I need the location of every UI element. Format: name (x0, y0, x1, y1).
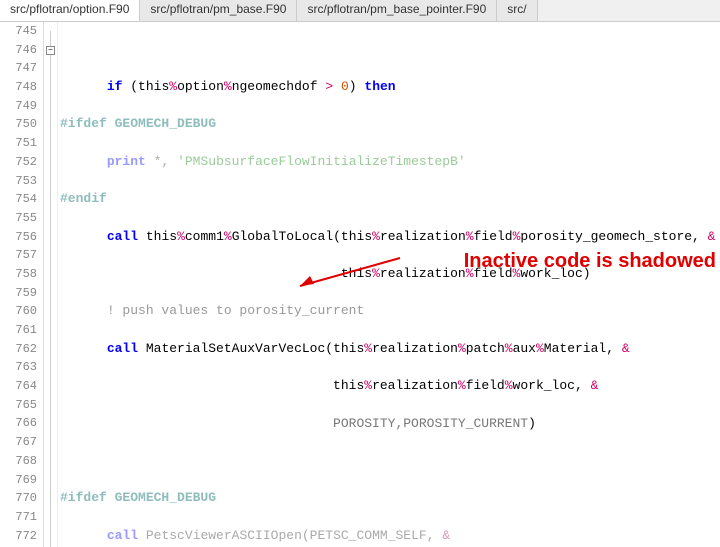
lineno: 748 (0, 78, 37, 97)
lineno: 769 (0, 471, 37, 490)
tab-pm-base-pointer[interactable]: src/pflotran/pm_base_pointer.F90 (297, 0, 497, 21)
lineno: 753 (0, 172, 37, 191)
lineno: 760 (0, 302, 37, 321)
lineno: 755 (0, 209, 37, 228)
lineno: 746 (0, 41, 37, 60)
annotation-label: Inactive code is shadowed (464, 250, 716, 273)
lineno: 752 (0, 153, 37, 172)
lineno: 750 (0, 115, 37, 134)
lineno: 766 (0, 414, 37, 433)
lineno: 758 (0, 265, 37, 284)
lineno: 762 (0, 340, 37, 359)
lineno: 747 (0, 59, 37, 78)
lineno: 745 (0, 22, 37, 41)
lineno: 754 (0, 190, 37, 209)
lineno: 771 (0, 508, 37, 527)
lineno: 768 (0, 452, 37, 471)
tab-pm-base[interactable]: src/pflotran/pm_base.F90 (140, 0, 297, 21)
lineno: 751 (0, 134, 37, 153)
lineno: 759 (0, 284, 37, 303)
tab-bar: src/pflotran/option.F90 src/pflotran/pm_… (0, 0, 720, 22)
line-number-gutter: 745 746 747 748 749 750 751 752 753 754 … (0, 22, 44, 547)
lineno: 764 (0, 377, 37, 396)
lineno: 770 (0, 489, 37, 508)
lineno: 763 (0, 358, 37, 377)
lineno: 756 (0, 228, 37, 247)
lineno: 757 (0, 246, 37, 265)
lineno: 761 (0, 321, 37, 340)
fold-toggle-icon[interactable]: − (46, 46, 55, 55)
lineno: 749 (0, 97, 37, 116)
fold-column: − (44, 22, 58, 547)
tab-more[interactable]: src/ (497, 0, 537, 21)
lineno: 765 (0, 396, 37, 415)
annotation-arrow-icon (290, 252, 410, 292)
lineno: 772 (0, 527, 37, 546)
tab-option[interactable]: src/pflotran/option.F90 (0, 0, 140, 21)
lineno: 767 (0, 433, 37, 452)
